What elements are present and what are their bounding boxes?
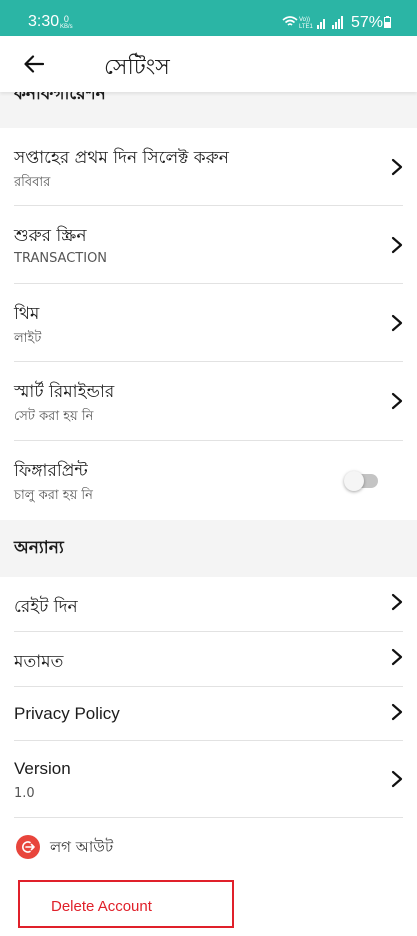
battery-icon (384, 16, 391, 28)
setting-week-start-title: সপ্তাহের প্রথম দিন সিলেক্ট করুন (14, 148, 229, 168)
setting-smart-reminder-title: স্মার্ট রিমাইন্ডার (14, 382, 115, 402)
section-title-configuration: কনফিগারেশন (14, 92, 106, 104)
status-time: 3:30 (28, 13, 60, 30)
volte-sub-label: LTE1 (299, 24, 314, 30)
chevron-right-icon (391, 236, 403, 254)
battery-percent: 57% (351, 14, 384, 31)
section-header-other: অন্যান্য (0, 520, 417, 577)
divider (14, 817, 403, 818)
setting-smart-reminder[interactable]: স্মার্ট রিমাইন্ডার সেট করা হয় নি (0, 362, 417, 440)
section-header-configuration: কনফিগারেশন (0, 92, 417, 128)
setting-feedback-title: মতামত (14, 652, 64, 672)
setting-version-title: Version (14, 759, 71, 778)
network-icons: Vo)) LTE1 (282, 16, 343, 30)
logout-icon[interactable] (16, 835, 40, 859)
signal-icon-2 (332, 16, 343, 29)
setting-privacy-policy-title: Privacy Policy (14, 704, 120, 723)
setting-theme-value: লাইট (14, 331, 42, 346)
chevron-right-icon (391, 703, 403, 721)
volte-label: Vo)) (299, 17, 310, 23)
wifi-icon (282, 16, 298, 26)
delete-account-label: Delete Account (51, 898, 152, 915)
data-rate-value: 0 (63, 14, 69, 24)
toggle-knob (344, 471, 364, 491)
signal-icon-1 (317, 19, 325, 29)
back-button[interactable] (18, 50, 50, 78)
setting-fingerprint-value: চালু করা হয় নি (14, 488, 93, 503)
chevron-right-icon (391, 158, 403, 176)
setting-week-start-value: রবিবার (14, 175, 51, 190)
logout-arrow-glyph (22, 841, 35, 853)
setting-start-screen-title: শুরুর স্ক্রিন (14, 226, 87, 246)
page-title: সেটিংস (104, 55, 170, 80)
setting-theme[interactable]: থিম লাইট (0, 284, 417, 362)
logout-button[interactable]: লগ আউট (50, 836, 113, 861)
section-title-other: অন্যান্য (14, 538, 64, 558)
setting-privacy-policy[interactable]: Privacy Policy (0, 687, 417, 740)
setting-rate-title: রেইট দিন (14, 597, 78, 617)
setting-week-start[interactable]: সপ্তাহের প্রথম দিন সিলেক্ট করুন রবিবার (0, 128, 417, 206)
chevron-right-icon (391, 648, 403, 666)
setting-fingerprint-title: ফিঙ্গারপ্রিন্ট (14, 461, 88, 481)
data-rate-indicator: 0 KB/s (60, 15, 73, 31)
delete-account-button[interactable]: Delete Account (18, 880, 234, 928)
setting-theme-title: থিম (14, 304, 40, 324)
chevron-right-icon (391, 593, 403, 611)
data-rate-unit: KB/s (60, 24, 73, 30)
chevron-right-icon (391, 770, 403, 788)
setting-rate[interactable]: রেইট দিন (0, 577, 417, 631)
fingerprint-toggle[interactable] (344, 471, 378, 491)
setting-version-value: 1.0 (14, 786, 35, 801)
setting-start-screen-value: TRANSACTION (14, 251, 108, 266)
setting-start-screen[interactable]: শুরুর স্ক্রিন TRANSACTION (0, 206, 417, 284)
chevron-right-icon (391, 314, 403, 332)
arrow-left-icon (24, 55, 44, 73)
chevron-right-icon (391, 392, 403, 410)
setting-fingerprint: ফিঙ্গারপ্রিন্ট চালু করা হয় নি (0, 441, 417, 519)
setting-smart-reminder-value: সেট করা হয় নি (14, 409, 94, 424)
status-bar: 3:30 0 KB/s Vo)) LTE1 57% (0, 0, 417, 36)
setting-version[interactable]: Version 1.0 (0, 741, 417, 817)
app-bar: সেটিংস (0, 36, 417, 92)
setting-feedback[interactable]: মতামত (0, 632, 417, 686)
